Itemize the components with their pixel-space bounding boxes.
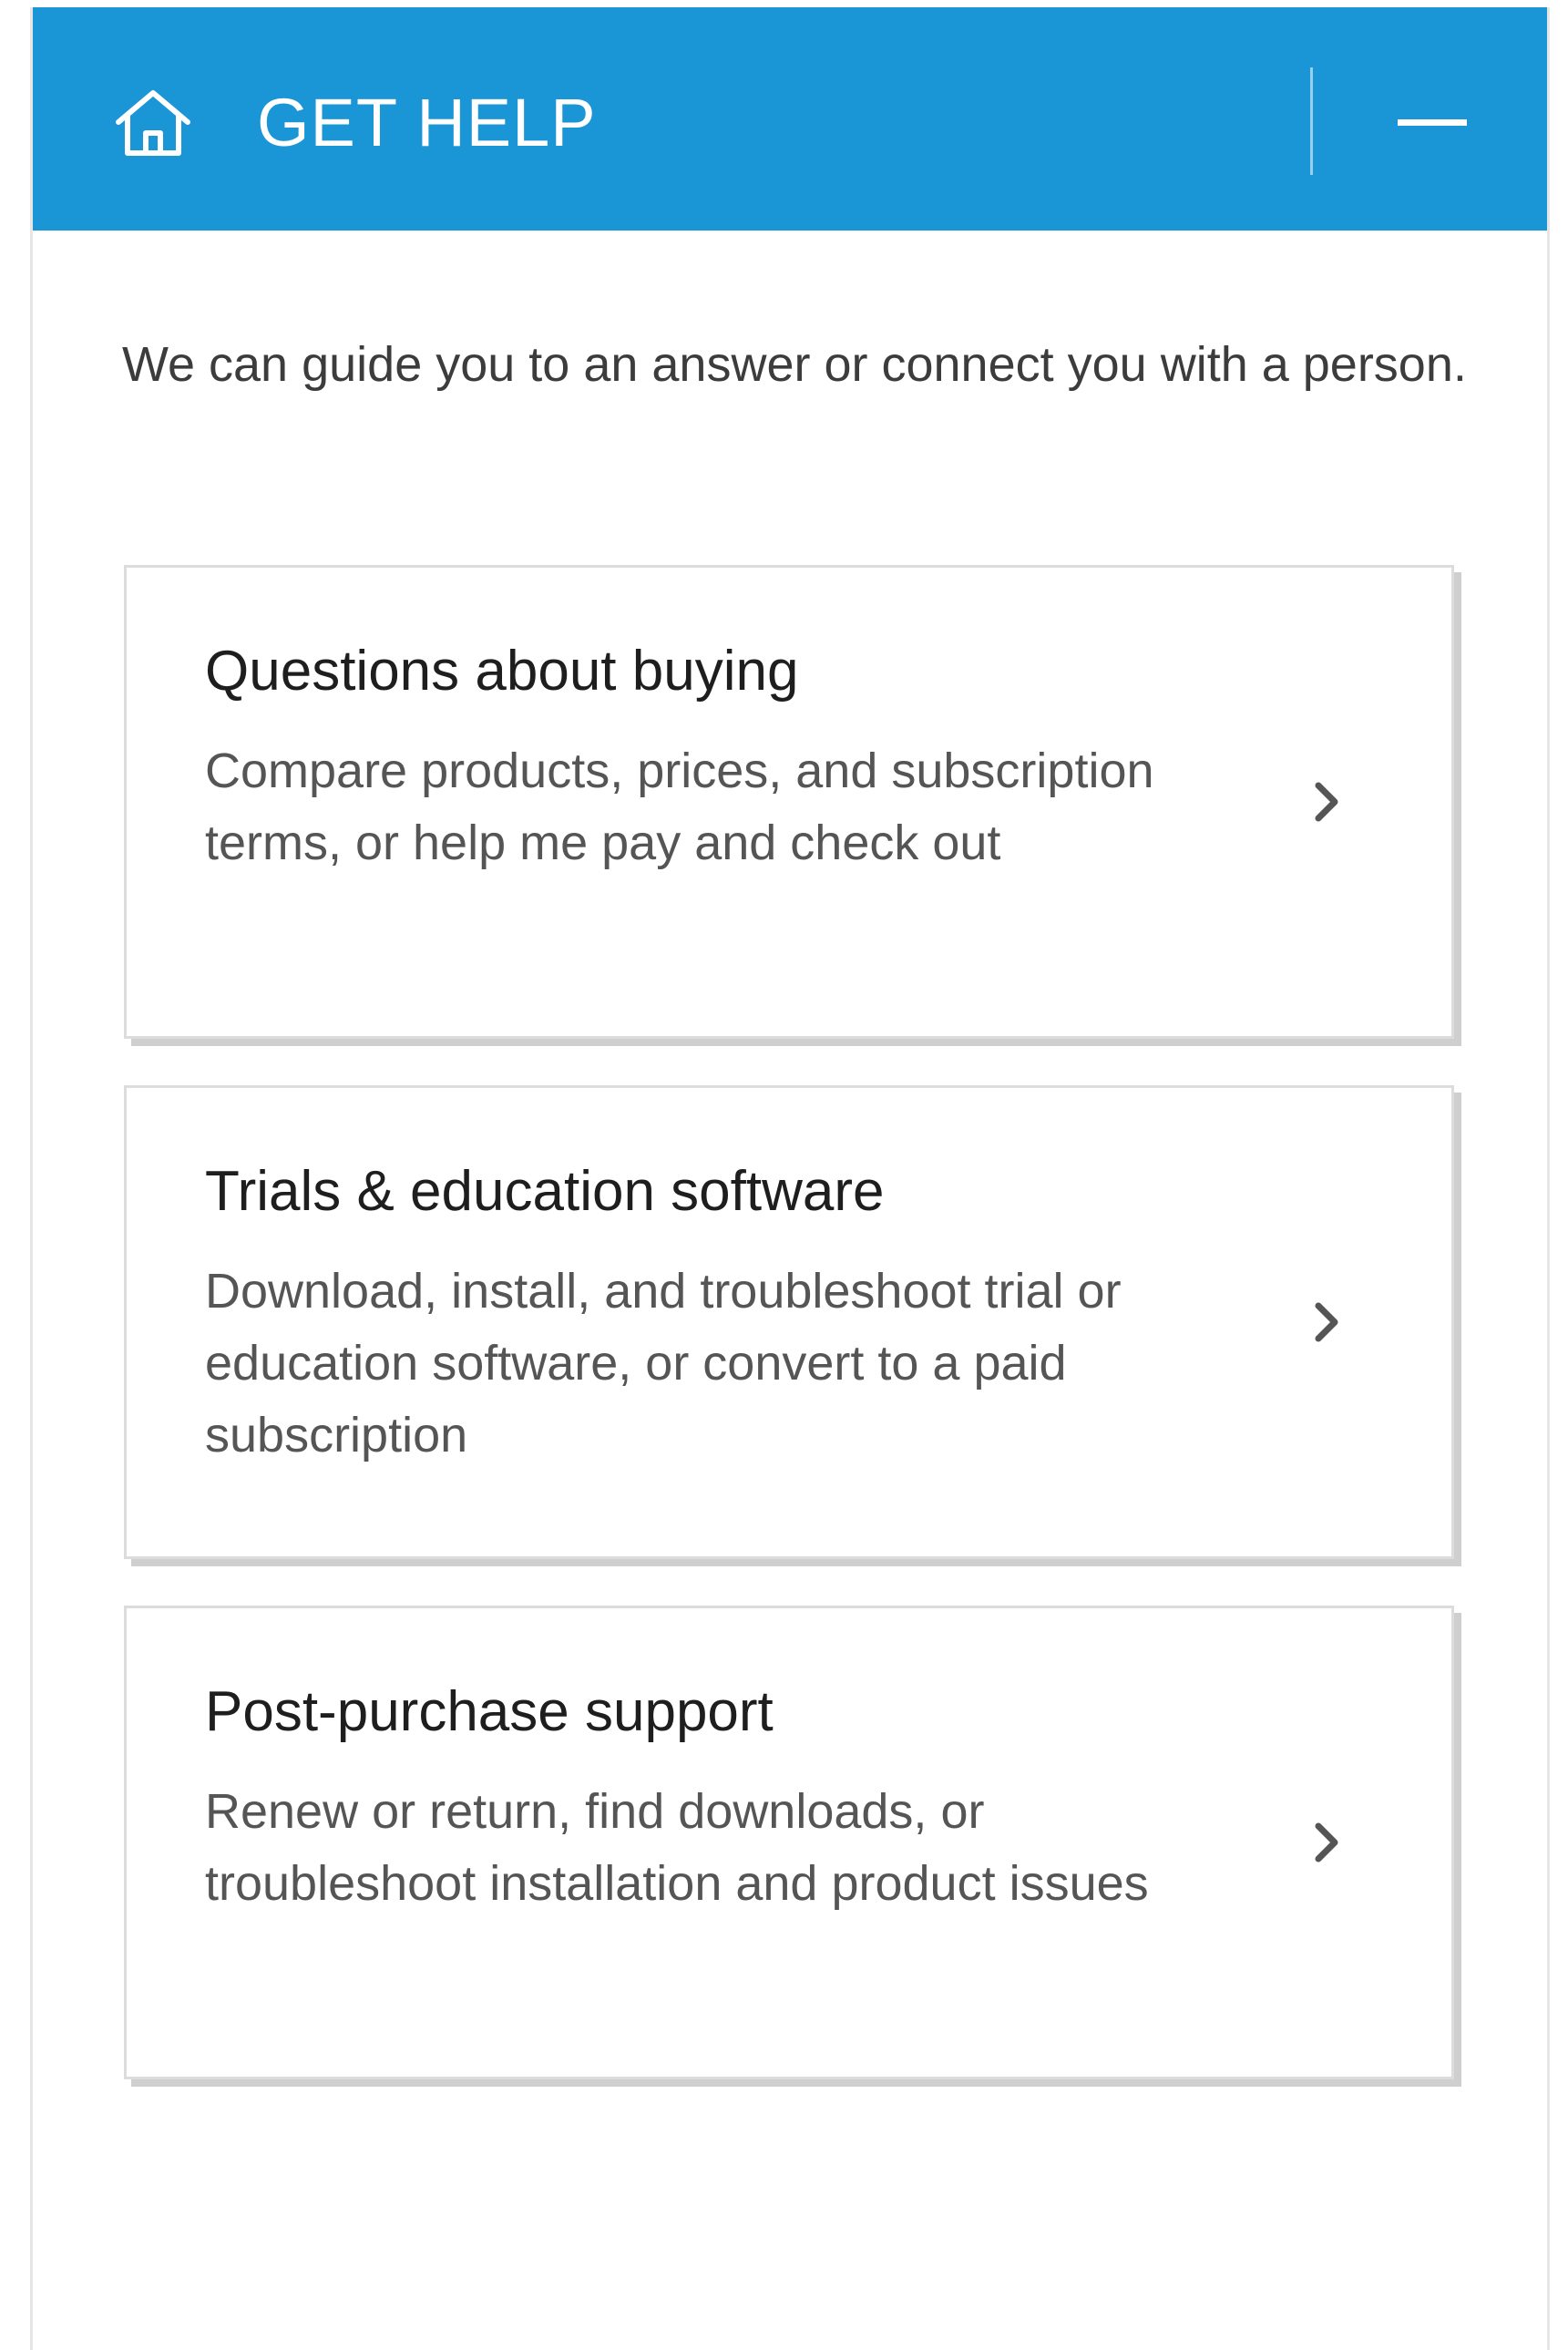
chevron-right-icon [1304,770,1349,834]
option-title: Questions about buying [205,640,799,703]
option-title: Post-purchase support [205,1680,774,1743]
minimize-icon [1398,118,1467,126]
option-card-post-purchase[interactable]: Post-purchase support Renew or return, f… [124,1606,1454,2079]
chevron-right-icon [1304,1811,1349,1874]
chevron-right-icon [1304,1290,1349,1354]
page: GET HELP We can guide you to an answer o… [0,0,1568,2350]
home-button[interactable] [109,84,197,160]
panel-title: GET HELP [257,85,597,160]
get-help-panel: GET HELP We can guide you to an answer o… [30,7,1550,2350]
option-card-trials-education[interactable]: Trials & education software Download, in… [124,1085,1454,1559]
home-icon [116,90,190,156]
panel-header: GET HELP [33,7,1547,231]
minimize-button[interactable] [1390,86,1474,159]
intro-text: We can guide you to an answer or connect… [122,337,1467,392]
option-description: Download, install, and troubleshoot tria… [205,1264,1122,1462]
header-divider [1310,67,1313,175]
option-title: Trials & education software [205,1160,885,1223]
option-description: Renew or return, find downloads, or trou… [205,1784,1149,1911]
option-description: Compare products, prices, and subscripti… [205,744,1154,870]
option-card-buying[interactable]: Questions about buying Compare products,… [124,565,1454,1039]
